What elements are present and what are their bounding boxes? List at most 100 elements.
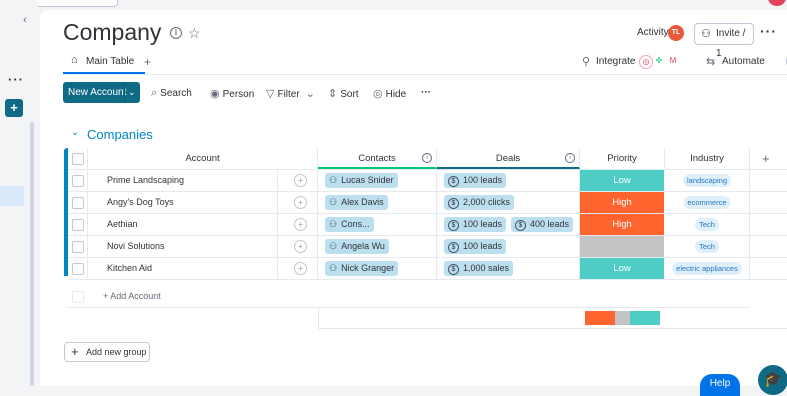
contact-chip[interactable]: ⚇ Angela Wu [325,239,389,254]
priority-status[interactable] [580,236,665,257]
sidebar-selected-item[interactable] [0,186,24,206]
workspace-tab[interactable] [32,0,118,7]
integration-logos[interactable]: ◎ ✣ M [639,55,683,69]
contacts-cell[interactable]: ⚇ Nick Granger [318,258,437,279]
add-new-group-button[interactable]: + Add new group [64,342,150,362]
toolbar-more-icon[interactable]: ··· [421,87,431,98]
deals-cell[interactable]: $100 leads $400 leads [437,214,580,235]
priority-status[interactable]: Low [580,170,665,191]
sidebar-scrollbar[interactable] [30,122,34,386]
deal-chip[interactable]: $1,000 sales [444,261,514,276]
deals-cell[interactable]: $2,000 clicks [437,192,580,213]
column-header-contacts[interactable]: Contacts i [318,148,437,169]
new-account-button[interactable]: New Account ⌄ [63,82,140,103]
avatar[interactable]: TL [668,25,684,41]
sort-button[interactable]: ⇕ Sort [328,87,359,100]
industry-tag[interactable]: landscaping [682,174,732,187]
row-checkbox-cell[interactable] [68,170,88,191]
updates-cell[interactable]: + [278,192,318,213]
row-checkbox[interactable] [72,175,84,187]
add-update-icon[interactable]: + [294,218,307,231]
help-button[interactable]: Help [700,374,740,396]
deal-chip[interactable]: $100 leads [444,173,507,188]
add-update-icon[interactable]: + [294,240,307,253]
deal-chip[interactable]: $400 leads [511,217,574,232]
updates-cell[interactable]: + [278,170,318,191]
contact-chip[interactable]: ⚇ Lucas Snider [325,173,398,188]
industry-tag[interactable]: Tech [695,240,719,253]
header-checkbox-cell[interactable] [68,148,88,169]
account-cell[interactable]: Aethian [88,214,278,235]
collapse-sidebar-icon[interactable]: ‹ [18,13,32,27]
account-cell[interactable]: Novi Solutions [88,236,278,257]
industry-tag[interactable]: electric appliances [672,262,742,275]
person-filter-button[interactable]: ◉ Person [210,87,254,100]
industry-cell[interactable]: landscaping [665,170,750,191]
row-checkbox-cell[interactable] [68,192,88,213]
deals-cell[interactable]: $1,000 sales [437,258,580,279]
info-icon[interactable]: i [565,153,575,163]
add-item-row[interactable]: + Add Account [68,286,750,308]
add-update-icon[interactable]: + [294,174,307,187]
industry-tag[interactable]: Tech [695,218,719,231]
column-header-priority[interactable]: Priority [580,148,665,169]
industry-tag[interactable]: ecommerce [683,196,731,209]
row-checkbox[interactable] [72,219,84,231]
contact-chip[interactable]: ⚇ Cons... [325,217,374,232]
industry-cell[interactable]: ecommerce [665,192,750,213]
add-view-button[interactable]: + [144,55,151,69]
updates-cell[interactable]: + [278,258,318,279]
updates-cell[interactable]: + [278,214,318,235]
add-account-label[interactable]: + Add Account [88,286,288,307]
chevron-down-icon[interactable]: ⌄ [128,82,136,103]
priority-status[interactable]: High [580,192,665,213]
contacts-cell[interactable]: ⚇ Lucas Snider [318,170,437,191]
add-column-icon[interactable]: + [762,148,770,169]
star-icon[interactable]: ☆ [188,25,201,42]
deal-chip[interactable]: $2,000 clicks [444,195,515,210]
row-checkbox[interactable] [72,241,84,253]
add-update-icon[interactable]: + [294,262,307,275]
more-options-icon[interactable]: ··· [760,23,777,39]
industry-cell[interactable]: electric appliances [665,258,750,279]
info-icon[interactable]: i [170,27,182,39]
account-cell[interactable]: Angy's Dog Toys [88,192,278,213]
deals-cell[interactable]: $100 leads [437,170,580,191]
row-checkbox-cell[interactable] [68,214,88,235]
row-checkbox-cell[interactable] [68,236,88,257]
updates-cell[interactable]: + [278,236,318,257]
row-checkbox-cell[interactable] [68,258,88,279]
column-header-account[interactable]: Account [88,148,318,169]
priority-status[interactable]: Low [580,258,665,279]
search-button[interactable]: ⌕ Search [151,87,192,100]
deal-chip[interactable]: $100 leads [444,217,507,232]
priority-status[interactable]: High [580,214,665,235]
contact-chip[interactable]: ⚇ Alex Davis [325,195,388,210]
industry-cell[interactable]: Tech [665,236,750,257]
deal-chip[interactable]: $100 leads [444,239,507,254]
contact-chip[interactable]: ⚇ Nick Granger [325,261,399,276]
notification-dot[interactable] [768,0,786,6]
contacts-cell[interactable]: ⚇ Angela Wu [318,236,437,257]
priority-summary[interactable] [585,307,661,328]
add-column-cell[interactable]: + [750,148,787,169]
contacts-cell[interactable]: ⚇ Cons... [318,214,437,235]
contacts-cell[interactable]: ⚇ Alex Davis [318,192,437,213]
chevron-down-icon[interactable]: ⌄ [71,127,79,138]
info-icon[interactable]: i [422,153,432,163]
row-checkbox[interactable] [72,263,84,275]
sidebar-more-icon[interactable]: ··· [8,72,24,87]
column-header-deals[interactable]: Deals i [437,148,580,169]
group-title[interactable]: Companies [87,127,153,142]
account-cell[interactable]: Kitchen Aid [88,258,278,279]
add-update-icon[interactable]: + [294,196,307,209]
sidebar-add-button[interactable]: + [5,99,23,117]
filter-button[interactable]: ▽ Filter ⌄ [266,87,318,100]
activity-button[interactable]: Activity [637,27,669,38]
learning-center-icon[interactable]: 🎓 [758,365,787,395]
select-all-checkbox[interactable] [72,153,84,165]
account-cell[interactable]: Prime Landscaping [88,170,278,191]
invite-button[interactable]: ⚇ Invite / 1 [694,23,754,59]
column-header-industry[interactable]: Industry [665,148,750,169]
row-checkbox[interactable] [72,197,84,209]
